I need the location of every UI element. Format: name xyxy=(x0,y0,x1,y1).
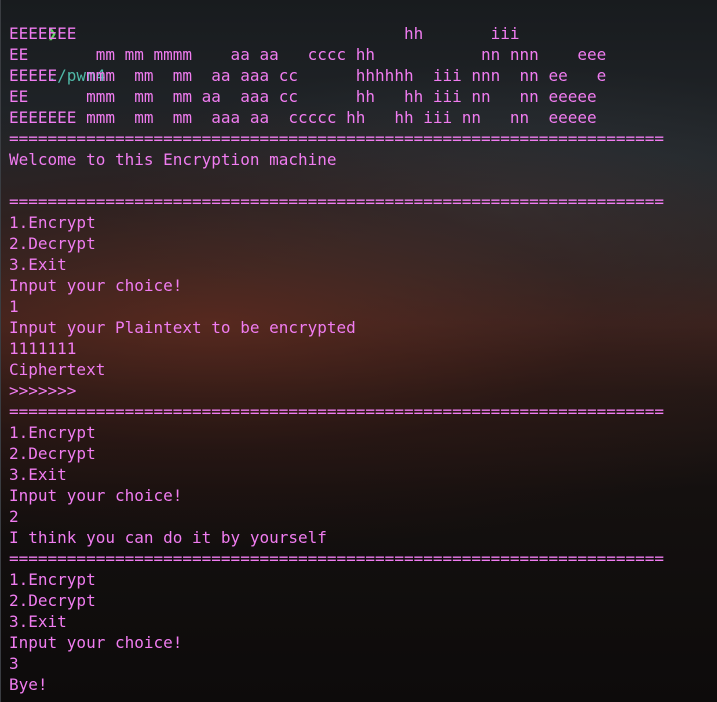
output-line: 1.Encrypt xyxy=(9,423,96,442)
output-line: EE mm mm mmmm aa aa cccc hh nn nnn eee xyxy=(9,45,607,64)
output-line: 1111111 xyxy=(9,339,77,358)
output-line: 3 xyxy=(9,654,19,673)
output-line: Ciphertext xyxy=(9,360,106,379)
output-line: 3.Exit xyxy=(9,255,67,274)
output-line: Bye! xyxy=(9,675,48,694)
output-line: ========================================… xyxy=(9,129,665,148)
output-line: EEEEEEE mmm mm mm aaa aa ccccc hh hh iii… xyxy=(9,108,597,127)
output-line: ========================================… xyxy=(9,402,665,421)
output-line: EE mmm mm mm aa aaa cc hh hh iii nn nn e… xyxy=(9,87,597,106)
terminal-window[interactable]: ❯ ./pwn4 EEEEEEE hh iii EE mm mm mmmm aa … xyxy=(0,0,717,702)
output-line: Welcome to this Encryption machine xyxy=(9,150,337,169)
output-line: EEEEE mmm mm mm aa aaa cc hhhhhh iii nnn… xyxy=(9,66,607,85)
output-line: >>>>>>> xyxy=(9,381,77,400)
output-line: 1.Encrypt xyxy=(9,213,96,232)
output-line: 2.Decrypt xyxy=(9,234,96,253)
output-line: I think you can do it by yourself xyxy=(9,528,327,547)
output-line: EEEEEEE hh iii xyxy=(9,24,520,43)
output-line: 2.Decrypt xyxy=(9,444,96,463)
output-line: Input your Plaintext to be encrypted xyxy=(9,318,356,337)
output-line: Input your choice! xyxy=(9,633,183,652)
output-line: ========================================… xyxy=(9,549,665,568)
output-line: 1.Encrypt xyxy=(9,570,96,589)
output-line: ========================================… xyxy=(9,192,665,211)
output-line: 3.Exit xyxy=(9,612,67,631)
output-line: 2 xyxy=(9,507,19,526)
shell-prompt: ❯ ./pwn4 xyxy=(9,2,106,85)
output-line: 2.Decrypt xyxy=(9,591,96,610)
output-line: Input your choice! xyxy=(9,276,183,295)
output-line: 3.Exit xyxy=(9,465,67,484)
output-line: 1 xyxy=(9,297,19,316)
output-line: Input your choice! xyxy=(9,486,183,505)
